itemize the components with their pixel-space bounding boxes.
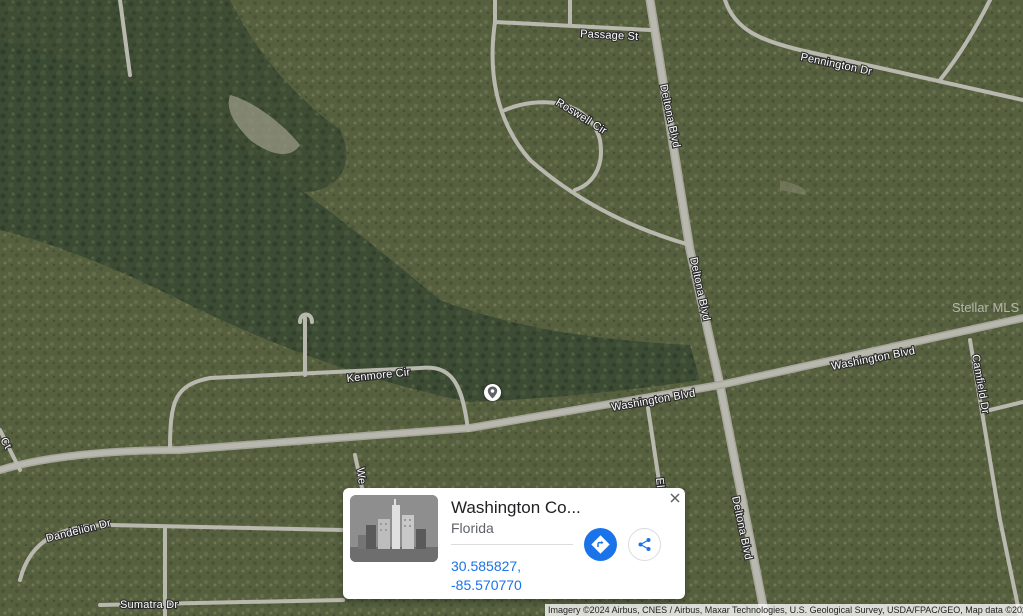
close-icon bbox=[670, 493, 680, 503]
satellite-map[interactable]: Passage St Pennington Dr Roswell Cir Del… bbox=[0, 0, 1023, 616]
card-divider bbox=[451, 544, 573, 545]
location-title: Washington Co... bbox=[451, 498, 581, 517]
latitude-value[interactable]: 30.585827, bbox=[451, 557, 522, 576]
share-button[interactable] bbox=[628, 528, 661, 561]
longitude-value[interactable]: -85.570770 bbox=[451, 576, 522, 595]
location-pin-icon[interactable] bbox=[484, 384, 501, 401]
road-label-el-partial: El bbox=[653, 477, 666, 488]
mls-watermark: Stellar MLS bbox=[952, 300, 1020, 315]
coordinates-link[interactable]: 30.585827, -85.570770 bbox=[451, 557, 522, 595]
road-label-sumatra: Sumatra Dr bbox=[120, 599, 178, 611]
city-buildings-icon bbox=[350, 495, 438, 562]
location-info-card: Washington Co... Florida 30.585827, -85.… bbox=[343, 488, 685, 599]
map-attribution: Imagery ©2024 Airbus, CNES / Airbus, Max… bbox=[545, 604, 1023, 616]
close-button[interactable] bbox=[668, 491, 682, 505]
directions-button[interactable] bbox=[584, 528, 617, 561]
road-label-west-partial: We bbox=[354, 467, 368, 485]
share-icon bbox=[638, 538, 651, 551]
location-subtitle: Florida bbox=[451, 520, 494, 536]
directions-icon bbox=[591, 535, 610, 554]
